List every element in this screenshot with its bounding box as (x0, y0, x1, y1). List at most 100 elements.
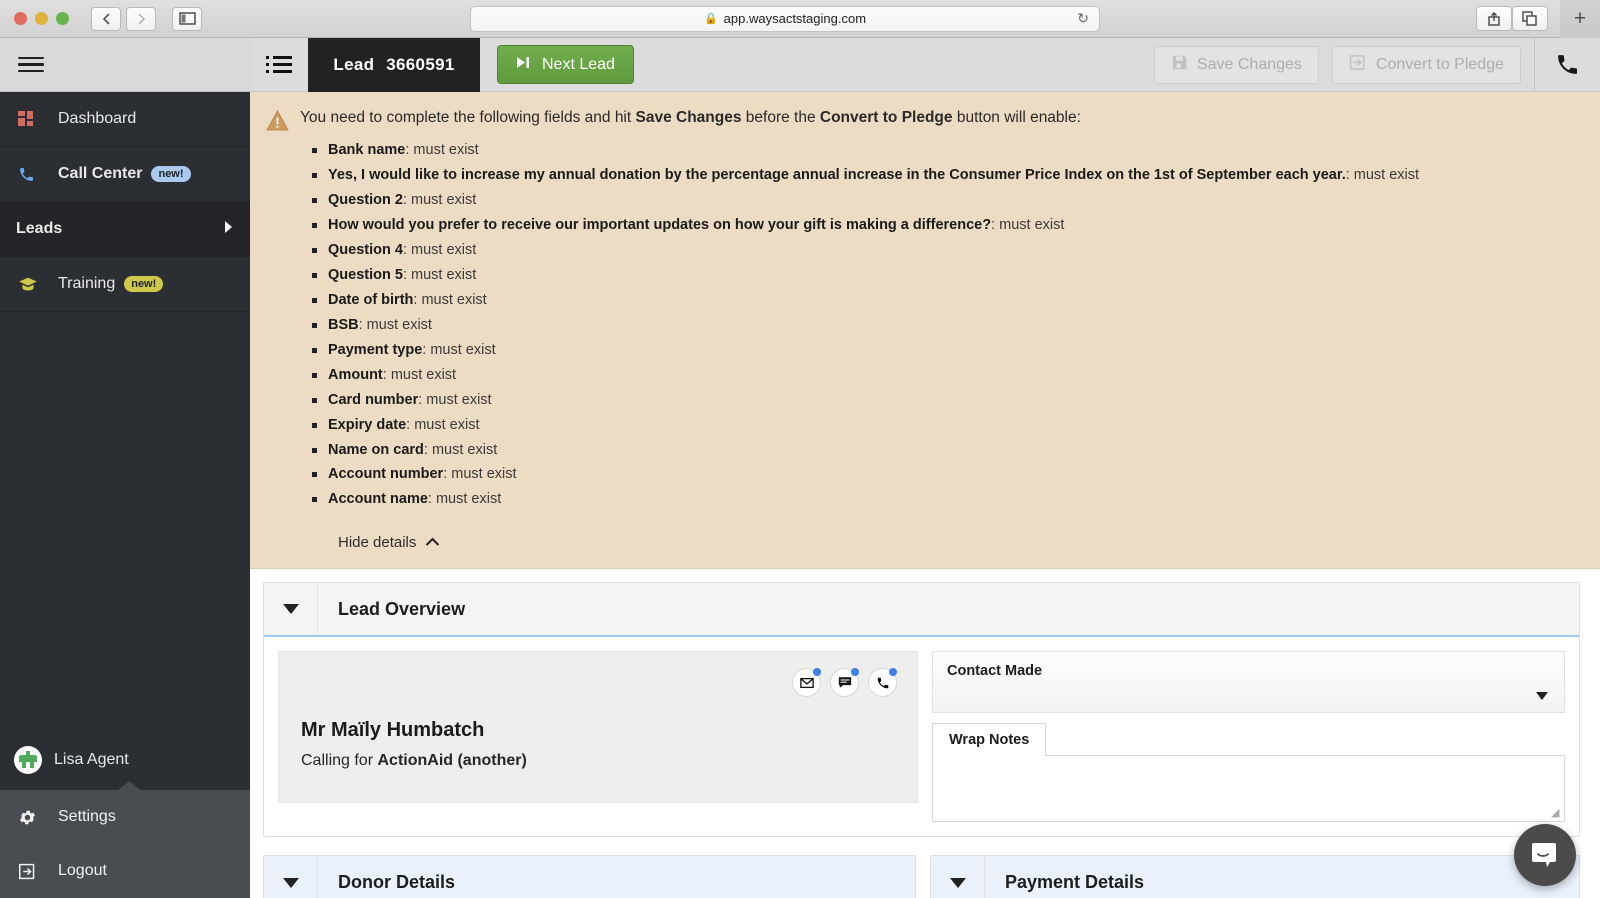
missing-field-value: : must exist (413, 291, 487, 308)
overview-right-column: Contact Made Wrap Notes ◢ (932, 651, 1565, 823)
sidebar-item-leads[interactable]: Leads (0, 202, 250, 257)
resize-grip-icon[interactable]: ◢ (1551, 808, 1561, 819)
missing-field-item: How would you prefer to receive our impo… (300, 213, 1580, 238)
sidebar-header (0, 38, 250, 92)
list-view-icon[interactable] (250, 38, 308, 92)
email-icon[interactable] (792, 668, 821, 698)
payment-details-title: Payment Details (1005, 872, 1145, 893)
phone-icon[interactable] (868, 668, 897, 698)
dashboard-grid-icon (18, 110, 58, 128)
missing-field-value: : must exist (443, 466, 517, 483)
save-changes-label: Save Changes (1196, 55, 1302, 73)
missing-field-item: Yes, I would like to increase my annual … (300, 163, 1580, 188)
convert-arrow-icon (1349, 54, 1367, 76)
menu-item-label: Settings (58, 808, 116, 825)
lead-number: 3660591 (386, 54, 455, 74)
warning-intro: You need to complete the following field… (300, 106, 1580, 129)
share-icon[interactable] (1476, 6, 1512, 31)
contact-made-select[interactable]: Contact Made (932, 651, 1565, 714)
browser-right-controls: + (1476, 0, 1600, 38)
new-tab-button[interactable]: + (1560, 0, 1600, 38)
sidebar-toggle-icon[interactable] (172, 6, 202, 31)
missing-field-item: BSB: must exist (300, 313, 1580, 338)
missing-field-value: : must exist (1345, 167, 1420, 184)
caret-down-icon[interactable] (931, 856, 985, 898)
graduation-cap-icon (18, 276, 58, 292)
payment-details-panel: Payment Details (930, 855, 1580, 898)
missing-field-item: Expiry date: must exist (300, 413, 1580, 438)
warning-intro-mid: before the (741, 109, 820, 126)
caret-down-icon[interactable] (264, 856, 318, 898)
hide-details-toggle[interactable]: Hide details (338, 534, 440, 551)
sidebar-item-training[interactable]: Training new! (0, 257, 250, 312)
intercom-chat-icon[interactable] (1514, 824, 1576, 886)
hamburger-icon[interactable] (18, 53, 44, 77)
sidebar-item-settings[interactable]: Settings (0, 790, 250, 844)
save-changes-button[interactable]: Save Changes (1153, 45, 1319, 84)
missing-field-item: Date of birth: must exist (300, 288, 1580, 313)
forward-chevron-icon[interactable] (126, 6, 156, 31)
minimize-window-button[interactable] (35, 12, 48, 25)
missing-field-item: Bank name: must exist (300, 138, 1580, 163)
missing-field-name: Account name (328, 491, 428, 508)
calling-org: ActionAid (another) (377, 752, 527, 770)
missing-field-value: : must exist (405, 142, 479, 159)
sidebar: Dashboard Call Center new! Leads Trainin… (0, 38, 250, 898)
lead-id-chip: Lead 3660591 (308, 37, 480, 92)
donor-details-header[interactable]: Donor Details (264, 856, 915, 898)
missing-field-name: Question 5 (328, 266, 403, 283)
contact-action-buttons (792, 668, 897, 698)
notification-dot (813, 668, 821, 677)
sidebar-item-call-center[interactable]: Call Center new! (0, 147, 250, 202)
maximize-window-button[interactable] (56, 12, 69, 25)
reload-icon[interactable]: ↻ (1077, 10, 1089, 27)
app-toolbar: Lead 3660591 Next Lead Save Changes Conv… (250, 37, 1600, 92)
sidebar-item-dashboard[interactable]: Dashboard (0, 92, 250, 147)
app-root: Dashboard Call Center new! Leads Trainin… (0, 37, 1600, 898)
contact-name: Mr Maïly Humbatch (301, 719, 485, 742)
missing-field-name: Date of birth (328, 291, 414, 308)
notification-dot (889, 668, 897, 677)
window-traffic-lights[interactable] (0, 12, 69, 25)
missing-field-name: Yes, I would like to increase my annual … (328, 167, 1346, 184)
chevron-right-icon (223, 220, 234, 239)
contact-card: Mr Maïly Humbatch Calling for ActionAid … (278, 651, 918, 804)
caret-down-icon[interactable] (264, 583, 318, 636)
next-lead-button[interactable]: Next Lead (497, 45, 634, 84)
missing-field-value: : must exist (402, 242, 477, 258)
missing-field-value: : must exist (418, 391, 492, 408)
missing-field-item: Question 4: must exist (300, 238, 1580, 263)
missing-field-item: Question 5: must exist (300, 263, 1580, 288)
phone-handset-icon[interactable] (1534, 38, 1600, 91)
tab-overview-icon[interactable] (1512, 6, 1548, 31)
missing-field-name: Question 2 (328, 192, 403, 209)
sidebar-item-logout[interactable]: Logout (0, 844, 250, 898)
warning-triangle-icon (266, 106, 300, 552)
missing-field-name: How would you prefer to receive our impo… (328, 217, 992, 234)
new-badge: new! (151, 166, 191, 182)
calling-prefix: Calling for (301, 752, 378, 770)
chevron-up-icon (425, 534, 440, 551)
sidebar-item-label: Leads (16, 220, 63, 237)
phone-icon (18, 166, 58, 183)
url-text: app.waysactstaging.com (723, 11, 867, 26)
donor-details-title: Donor Details (338, 872, 456, 893)
convert-to-pledge-button[interactable]: Convert to Pledge (1331, 45, 1521, 84)
missing-field-value: : must exist (358, 316, 432, 333)
donor-details-panel: Donor Details (263, 855, 916, 898)
payment-details-header[interactable]: Payment Details (931, 856, 1579, 898)
missing-field-value: : must exist (382, 366, 457, 383)
missing-field-item: Card number: must exist (300, 388, 1580, 413)
missing-field-item: Payment type: must exist (300, 338, 1580, 363)
address-bar[interactable]: 🔒 app.waysactstaging.com ↻ (470, 5, 1100, 32)
lead-overview-header[interactable]: Lead Overview (264, 583, 1579, 638)
missing-field-item: Amount: must exist (300, 363, 1580, 388)
new-badge: new! (124, 276, 164, 292)
back-chevron-icon[interactable] (91, 6, 121, 31)
wrap-notes-input[interactable]: ◢ (932, 755, 1565, 823)
missing-field-item: Account number: must exist (300, 462, 1580, 487)
message-icon[interactable] (830, 668, 859, 698)
user-name: Lisa Agent (54, 751, 129, 768)
close-window-button[interactable] (14, 12, 27, 25)
